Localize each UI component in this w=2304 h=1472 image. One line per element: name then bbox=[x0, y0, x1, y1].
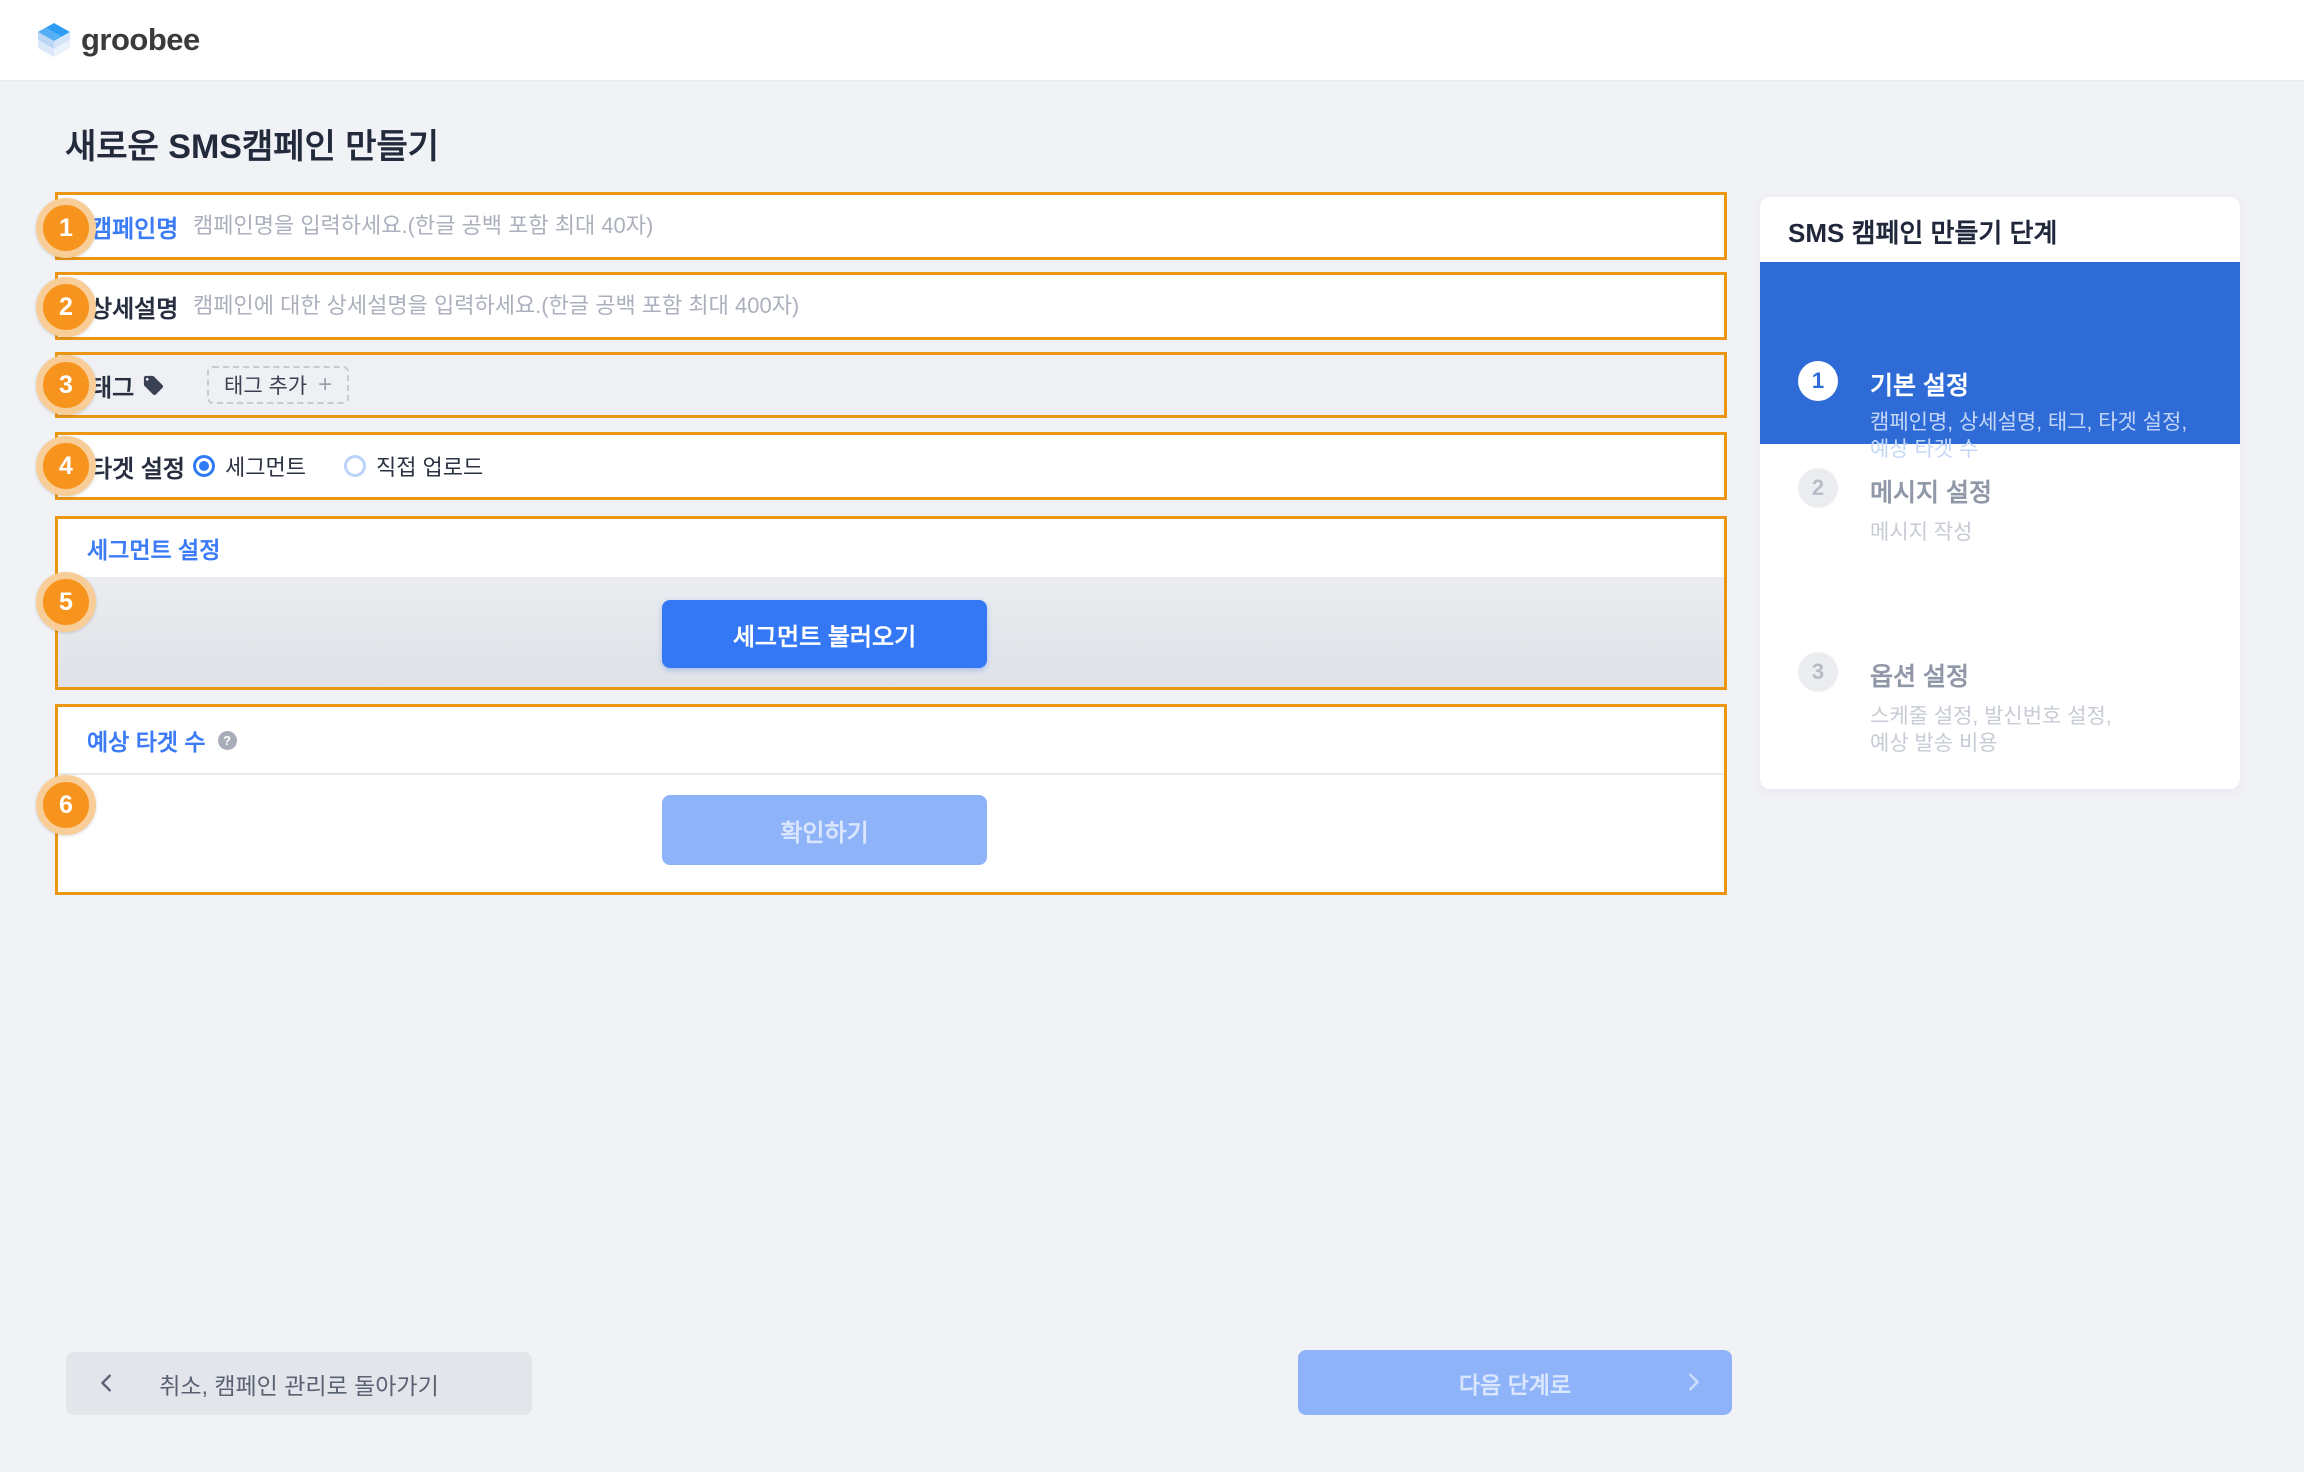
field-row-campaign-name: 캠페인명 bbox=[55, 192, 1727, 260]
page: groobee 새로운 SMS캠페인 만들기 캠페인명 상세설명 태그 태그 추… bbox=[0, 0, 2304, 1472]
step-number-1: 1 bbox=[1798, 361, 1838, 401]
cancel-back-label: 취소, 캠페인 관리로 돌아가기 bbox=[72, 1367, 526, 1401]
description-input[interactable] bbox=[193, 286, 1724, 326]
step-desc-basic-settings: 캠페인명, 상세설명, 태그, 타겟 설정, 예상 타겟 수 bbox=[1870, 409, 2187, 463]
step-title-message-settings[interactable]: 메시지 설정 bbox=[1870, 473, 1992, 509]
annotation-badge-1: 1 bbox=[36, 198, 96, 258]
radio-option-direct-upload[interactable]: 직접 업로드 bbox=[344, 450, 483, 482]
segment-settings-header: 세그먼트 설정 bbox=[58, 519, 1724, 579]
step-desc-line: 예상 타겟 수 bbox=[1870, 436, 2187, 463]
chevron-left-icon bbox=[96, 1372, 118, 1397]
segment-settings-body: 세그먼트 불러오기 bbox=[58, 579, 1724, 687]
annotation-badge-4: 4 bbox=[36, 436, 96, 496]
step-number-2: 2 bbox=[1798, 468, 1838, 508]
brand-cube-icon bbox=[36, 22, 72, 58]
field-row-tags: 태그 태그 추가 + bbox=[55, 352, 1727, 418]
field-row-target-setting: 타겟 설정 세그먼트 직접 업로드 bbox=[55, 432, 1727, 500]
segment-settings-section: 세그먼트 설정 세그먼트 불러오기 bbox=[55, 516, 1727, 690]
steps-sidebar-title: SMS 캠페인 만들기 단계 bbox=[1788, 213, 2057, 250]
step-desc-line: 스케줄 설정, 발신번호 설정, bbox=[1870, 703, 2112, 730]
expected-target-section: 예상 타겟 수 ? 확인하기 bbox=[55, 704, 1727, 895]
expected-target-header: 예상 타겟 수 ? bbox=[58, 707, 1724, 775]
annotation-badge-3: 3 bbox=[36, 355, 96, 415]
step-desc-line: 캠페인명, 상세설명, 태그, 타겟 설정, bbox=[1870, 409, 2187, 436]
step-number-3: 3 bbox=[1798, 652, 1838, 692]
step-desc-line: 예상 발송 비용 bbox=[1870, 730, 2112, 757]
expected-target-body: 확인하기 bbox=[58, 775, 1724, 892]
radio-option-segment[interactable]: 세그먼트 bbox=[193, 450, 306, 482]
campaign-name-label: 캠페인명 bbox=[90, 209, 193, 244]
confirm-button[interactable]: 확인하기 bbox=[662, 795, 987, 865]
add-tag-label: 태그 추가 bbox=[224, 370, 307, 400]
step-title-basic-settings: 기본 설정 bbox=[1870, 366, 1969, 402]
plus-icon: + bbox=[318, 373, 332, 397]
cancel-back-button[interactable]: 취소, 캠페인 관리로 돌아가기 bbox=[66, 1352, 532, 1415]
expected-target-title: 예상 타겟 수 bbox=[87, 723, 206, 757]
radio-segment-label: 세그먼트 bbox=[225, 450, 306, 482]
brand-logo[interactable]: groobee bbox=[36, 22, 200, 58]
tags-label: 태그 bbox=[90, 368, 134, 403]
tag-icon bbox=[142, 374, 165, 397]
annotation-badge-6: 6 bbox=[36, 775, 96, 835]
next-step-button[interactable]: 다음 단계로 bbox=[1298, 1350, 1732, 1415]
brand-logo-text: groobee bbox=[81, 22, 200, 58]
step-desc-message-settings: 메시지 작성 bbox=[1870, 519, 1972, 546]
annotation-badge-2: 2 bbox=[36, 277, 96, 337]
page-title: 새로운 SMS캠페인 만들기 bbox=[65, 119, 439, 168]
step-desc-option-settings: 스케줄 설정, 발신번호 설정, 예상 발송 비용 bbox=[1870, 703, 2112, 757]
step-title-option-settings[interactable]: 옵션 설정 bbox=[1870, 657, 1969, 693]
radio-selected-icon[interactable] bbox=[193, 455, 215, 477]
next-step-label: 다음 단계로 bbox=[1304, 1366, 1726, 1400]
segment-settings-title: 세그먼트 설정 bbox=[87, 531, 220, 565]
radio-direct-upload-label: 직접 업로드 bbox=[376, 450, 483, 482]
app-header: groobee bbox=[0, 0, 2304, 81]
load-segment-button[interactable]: 세그먼트 불러오기 bbox=[662, 600, 987, 668]
target-setting-label: 타겟 설정 bbox=[90, 449, 193, 484]
chevron-right-icon bbox=[1682, 1371, 1704, 1396]
annotation-badge-5: 5 bbox=[36, 572, 96, 632]
add-tag-button[interactable]: 태그 추가 + bbox=[207, 366, 349, 404]
campaign-name-input[interactable] bbox=[193, 206, 1724, 246]
help-icon[interactable]: ? bbox=[218, 731, 237, 750]
description-label: 상세설명 bbox=[90, 289, 193, 324]
tags-label-group: 태그 bbox=[90, 368, 207, 403]
field-row-description: 상세설명 bbox=[55, 272, 1727, 340]
radio-unselected-icon[interactable] bbox=[344, 455, 366, 477]
steps-sidebar: SMS 캠페인 만들기 단계 1 기본 설정 캠페인명, 상세설명, 태그, 타… bbox=[1760, 197, 2240, 789]
